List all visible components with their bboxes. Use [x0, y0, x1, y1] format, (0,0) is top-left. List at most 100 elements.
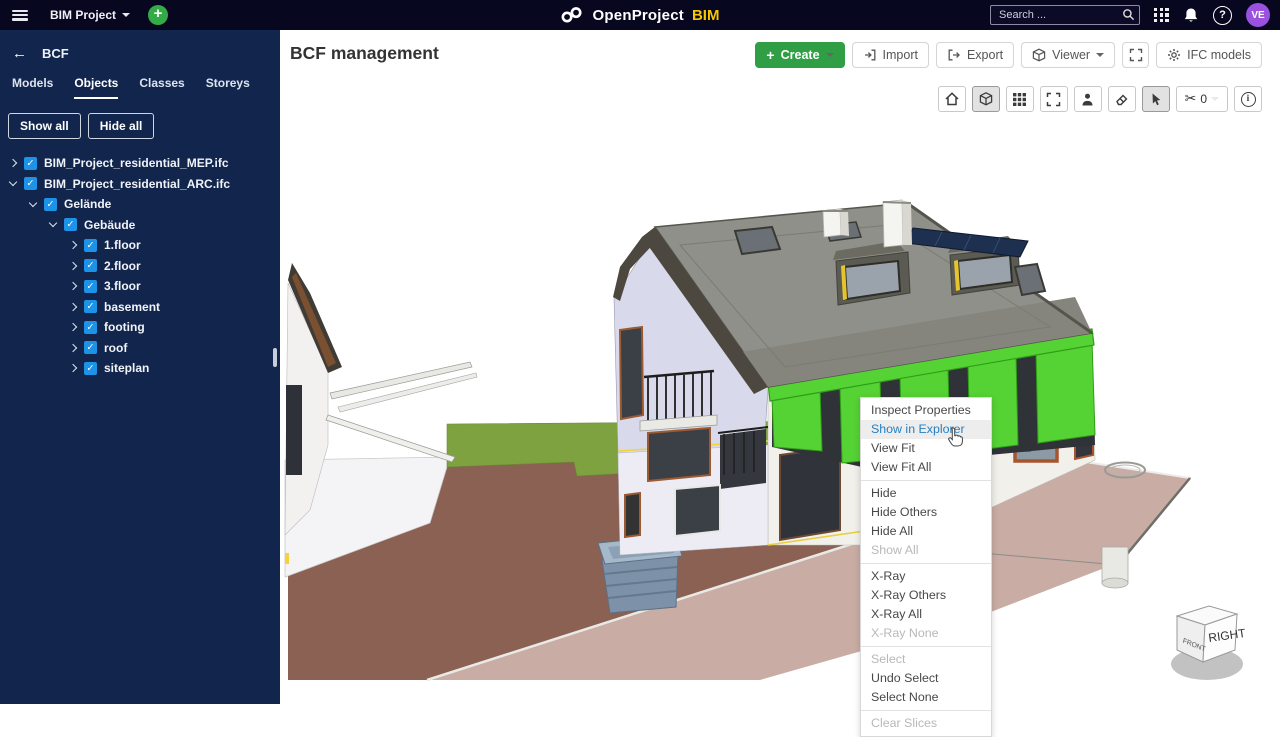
import-button[interactable]: Import [852, 42, 929, 68]
visibility-checkbox[interactable] [84, 239, 97, 252]
tree-row[interactable]: footing [0, 317, 280, 338]
menu-item-xray-none: X-Ray None [861, 624, 991, 643]
create-button[interactable]: Create [755, 42, 844, 68]
hide-all-button[interactable]: Hide all [88, 113, 155, 139]
menu-item-view-fit-all[interactable]: View Fit All [861, 458, 991, 477]
visibility-checkbox[interactable] [24, 157, 37, 170]
home-view-button[interactable] [938, 86, 966, 112]
show-all-button[interactable]: Show all [8, 113, 81, 139]
menu-item-hide[interactable]: Hide [861, 484, 991, 503]
chevron-right-icon[interactable] [69, 241, 77, 249]
chevron-down-icon [826, 53, 834, 57]
menu-item-xray[interactable]: X-Ray [861, 567, 991, 586]
notifications-bell-icon[interactable] [1183, 7, 1199, 24]
viewer-context-menu: Inspect Properties Show in Explorer View… [860, 397, 992, 737]
grid-icon [1012, 92, 1027, 107]
fullscreen-button[interactable] [1122, 42, 1149, 68]
viewer-button[interactable]: Viewer [1021, 42, 1115, 68]
visibility-checkbox[interactable] [84, 300, 97, 313]
main-content: BCF management Create Import Export View… [280, 30, 1280, 704]
visibility-checkbox[interactable] [84, 362, 97, 375]
chevron-right-icon[interactable] [69, 282, 77, 290]
visibility-checkbox[interactable] [64, 218, 77, 231]
openproject-logo-icon [561, 6, 587, 24]
menu-separator [861, 646, 991, 647]
quick-add-button[interactable] [148, 5, 168, 25]
tab-objects[interactable]: Objects [74, 76, 118, 99]
tree-row[interactable]: basement [0, 297, 280, 318]
fit-view-button[interactable] [1040, 86, 1068, 112]
first-person-button[interactable] [1074, 86, 1102, 112]
sidebar-tabs: Models Objects Classes Storeys [0, 72, 280, 99]
visibility-checkbox[interactable] [24, 177, 37, 190]
app-logo[interactable]: OpenProjectBIM [561, 6, 720, 24]
chevron-down-icon[interactable] [49, 219, 57, 227]
visibility-checkbox[interactable] [84, 259, 97, 272]
chevron-right-icon[interactable] [69, 344, 77, 352]
tree-row[interactable]: Gelände [0, 194, 280, 215]
chevron-down-icon[interactable] [29, 199, 37, 207]
back-arrow-icon[interactable] [12, 45, 27, 62]
chevron-right-icon[interactable] [69, 262, 77, 270]
menu-separator [861, 563, 991, 564]
chevron-down-icon [1211, 97, 1219, 101]
visibility-checkbox[interactable] [84, 341, 97, 354]
search-input[interactable] [990, 5, 1140, 25]
chevron-right-icon[interactable] [9, 159, 17, 167]
cursor-icon [1148, 92, 1163, 107]
page-title: BCF management [290, 43, 439, 64]
menu-item-select: Select [861, 650, 991, 669]
ifc-models-button[interactable]: IFC models [1156, 42, 1262, 68]
menu-item-xray-all[interactable]: X-Ray All [861, 605, 991, 624]
chevron-right-icon[interactable] [69, 323, 77, 331]
bim-model-viewport[interactable] [280, 115, 1280, 683]
tree-row[interactable]: 1.floor [0, 235, 280, 256]
menu-item-view-fit[interactable]: View Fit [861, 439, 991, 458]
chevron-right-icon[interactable] [69, 303, 77, 311]
layers-grid-button[interactable] [1006, 86, 1034, 112]
menu-item-hide-all[interactable]: Hide All [861, 522, 991, 541]
visibility-checkbox[interactable] [84, 321, 97, 334]
tree-row[interactable]: roof [0, 338, 280, 359]
eraser-button[interactable] [1108, 86, 1136, 112]
menu-item-select-none[interactable]: Select None [861, 688, 991, 707]
tree-row[interactable]: BIM_Project_residential_MEP.ifc [0, 153, 280, 174]
menu-item-show-in-explorer[interactable]: Show in Explorer [861, 420, 991, 439]
modules-grid-icon[interactable] [1154, 8, 1169, 23]
info-button[interactable] [1234, 86, 1262, 112]
info-icon [1241, 92, 1256, 107]
fit-view-icon [1046, 92, 1061, 107]
tab-classes[interactable]: Classes [139, 76, 184, 99]
chevron-down-icon[interactable] [9, 178, 17, 186]
scissors-icon [1185, 90, 1197, 108]
sidebar: BCF Models Objects Classes Storeys Show … [0, 30, 280, 704]
tree-row[interactable]: BIM_Project_residential_ARC.ifc [0, 174, 280, 195]
tree-row[interactable]: 2.floor [0, 256, 280, 277]
cube-icon [1032, 48, 1046, 62]
visibility-checkbox[interactable] [44, 198, 57, 211]
menu-item-show-all: Show All [861, 541, 991, 560]
visibility-checkbox[interactable] [84, 280, 97, 293]
help-icon[interactable] [1213, 6, 1232, 25]
menu-item-xray-others[interactable]: X-Ray Others [861, 586, 991, 605]
menu-item-hide-others[interactable]: Hide Others [861, 503, 991, 522]
hamburger-menu-icon[interactable] [12, 10, 28, 21]
section-planes-button[interactable]: 0 [1176, 86, 1228, 112]
tree-row[interactable]: Gebäude [0, 215, 280, 236]
tab-models[interactable]: Models [12, 76, 53, 99]
project-selector[interactable]: BIM Project [50, 8, 130, 22]
navigation-cube[interactable]: FRONT RIGHT [1165, 598, 1250, 694]
menu-item-undo-select[interactable]: Undo Select [861, 669, 991, 688]
tree-row[interactable]: 3.floor [0, 276, 280, 297]
user-avatar[interactable]: VE [1246, 3, 1270, 27]
select-cursor-button[interactable] [1142, 86, 1170, 112]
menu-item-inspect-properties[interactable]: Inspect Properties [861, 401, 991, 420]
plus-icon [766, 47, 774, 63]
section-plane-count: 0 [1200, 92, 1207, 106]
tab-storeys[interactable]: Storeys [206, 76, 250, 99]
cube-view-button[interactable] [972, 86, 1000, 112]
tree-row[interactable]: siteplan [0, 358, 280, 379]
sidebar-scrollbar[interactable] [273, 348, 277, 367]
chevron-right-icon[interactable] [69, 364, 77, 372]
export-button[interactable]: Export [936, 42, 1014, 68]
